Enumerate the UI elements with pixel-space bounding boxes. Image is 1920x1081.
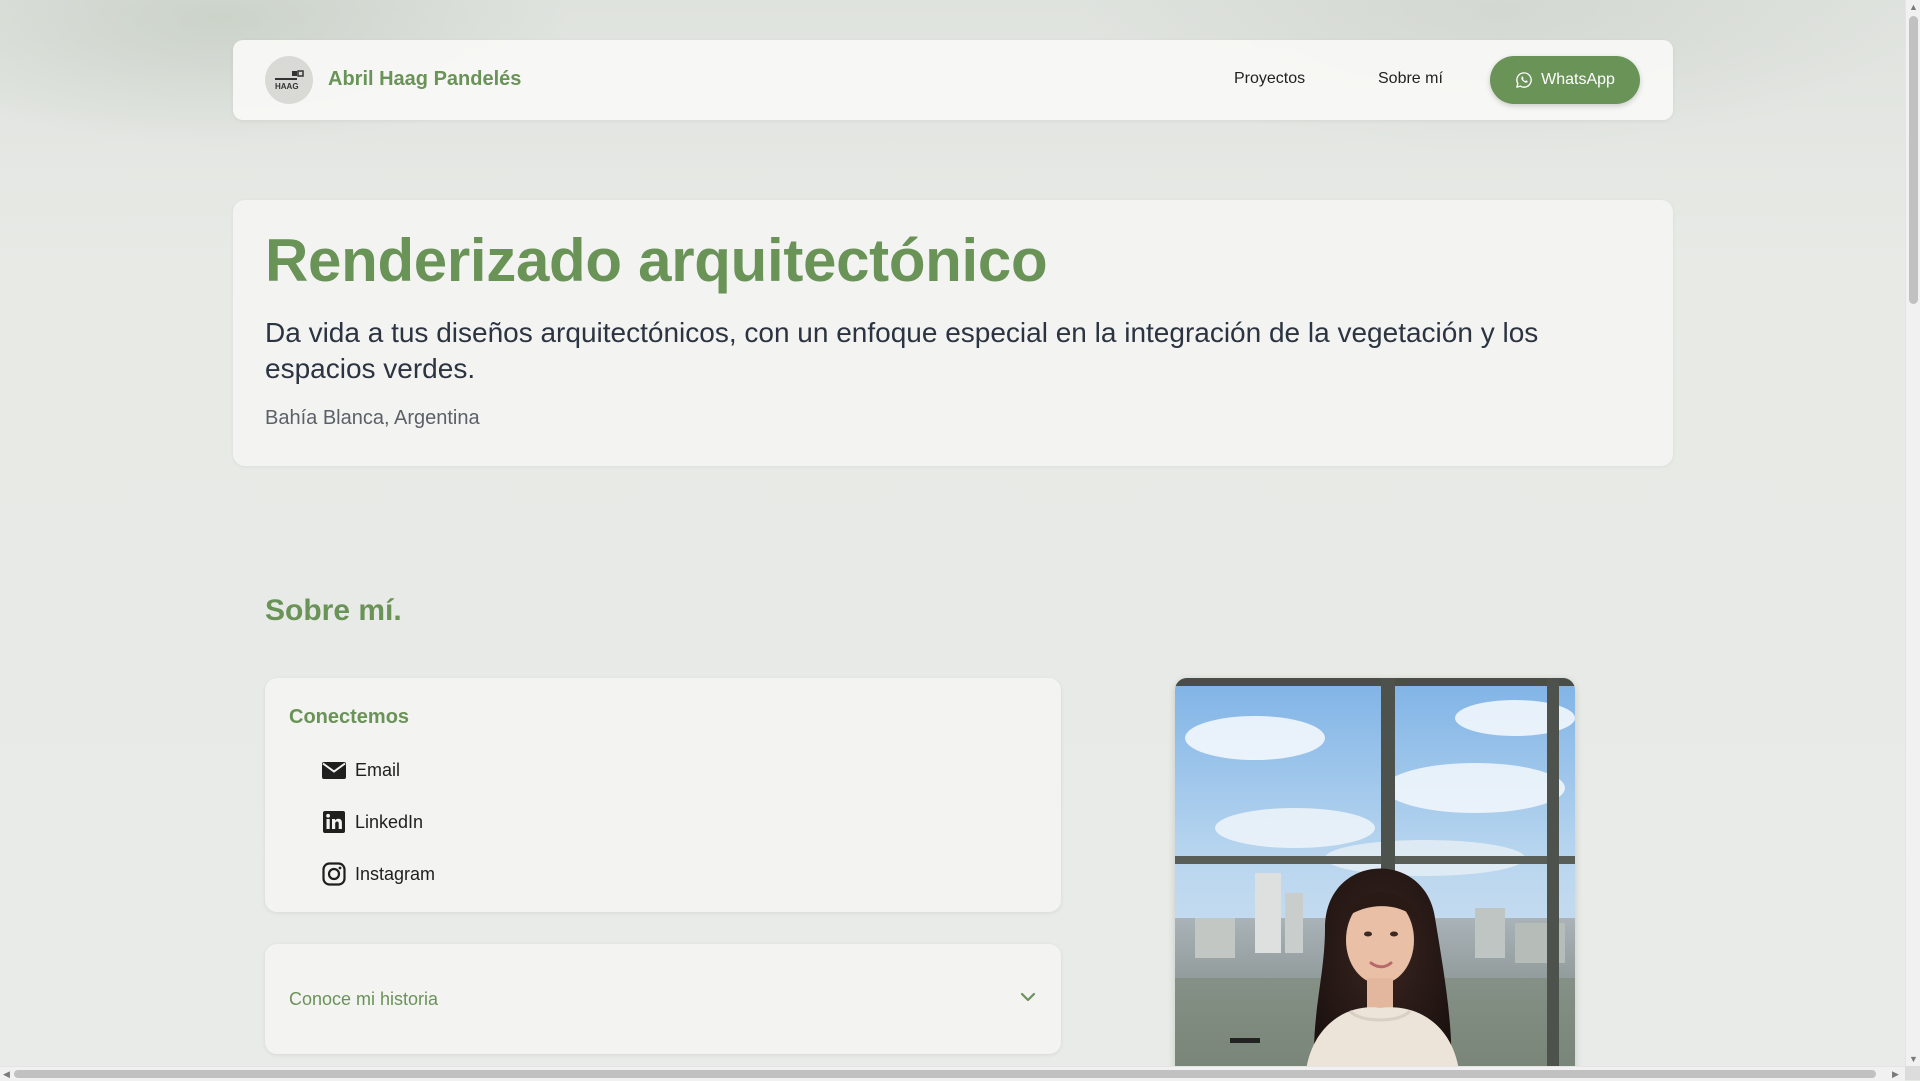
haag-logo-icon: HAAG (275, 70, 304, 91)
profile-photo-image (1175, 678, 1575, 1066)
contact-linkedin-label: LinkedIn (355, 811, 424, 832)
chevron-down-icon (1020, 992, 1036, 1002)
nav-link-sobre-mi[interactable]: Sobre mí (1378, 70, 1443, 88)
logo[interactable]: HAAG (265, 56, 313, 104)
horizontal-scrollbar[interactable]: ◀ ▶ (0, 1066, 1905, 1081)
envelope-icon (322, 762, 346, 779)
nav-link-proyectos[interactable]: Proyectos (1234, 70, 1305, 88)
linkedin-icon (323, 811, 345, 833)
connect-heading: Conectemos (289, 706, 410, 728)
contact-instagram-link[interactable]: Instagram (321, 860, 435, 888)
story-accordion[interactable]: Conoce mi historia (265, 944, 1061, 1054)
page: HAAG Abril Haag Pandelés Proyectos Sobre… (0, 0, 1905, 1066)
hero-subtitle: Da vida a tus diseños arquitectónicos, c… (265, 317, 1539, 384)
brand-name[interactable]: Abril Haag Pandelés (328, 68, 521, 91)
instagram-icon (322, 862, 346, 886)
hero-card: Renderizado arquitectónico Da vida a tus… (233, 200, 1673, 466)
contact-instagram-label: Instagram (355, 863, 436, 884)
scrollbar-corner (1905, 1066, 1920, 1080)
story-label: Conoce mi historia (289, 989, 439, 1009)
whatsapp-icon (1516, 72, 1532, 88)
whatsapp-label: WhatsApp (1541, 71, 1615, 88)
navbar: HAAG Abril Haag Pandelés Proyectos Sobre… (233, 40, 1673, 120)
scroll-right-arrow-icon[interactable]: ▶ (1892, 1069, 1899, 1079)
contact-linkedin-link[interactable]: LinkedIn (321, 808, 423, 836)
horizontal-scrollbar-thumb[interactable] (14, 1070, 1876, 1078)
logo-text: HAAG (275, 82, 299, 91)
contact-email-label: Email (355, 759, 401, 780)
scroll-down-arrow-icon[interactable]: ▼ (1909, 1054, 1918, 1064)
scroll-left-arrow-icon[interactable]: ◀ (3, 1069, 10, 1079)
vertical-scrollbar-thumb[interactable] (1909, 16, 1918, 304)
vertical-scrollbar[interactable]: ▲ ▼ (1905, 0, 1920, 1066)
scroll-up-arrow-icon[interactable]: ▲ (1909, 2, 1918, 12)
hero-title: Renderizado arquitectónico (265, 227, 1048, 294)
contact-email-link[interactable]: Email (321, 756, 400, 784)
hero-location: Bahía Blanca, Argentina (265, 407, 480, 429)
profile-photo (1175, 678, 1575, 1066)
whatsapp-button[interactable]: WhatsApp (1490, 56, 1640, 104)
connect-card: Conectemos Email LinkedIn Instagram (265, 678, 1061, 912)
about-section-title: Sobre mí. (265, 594, 402, 627)
